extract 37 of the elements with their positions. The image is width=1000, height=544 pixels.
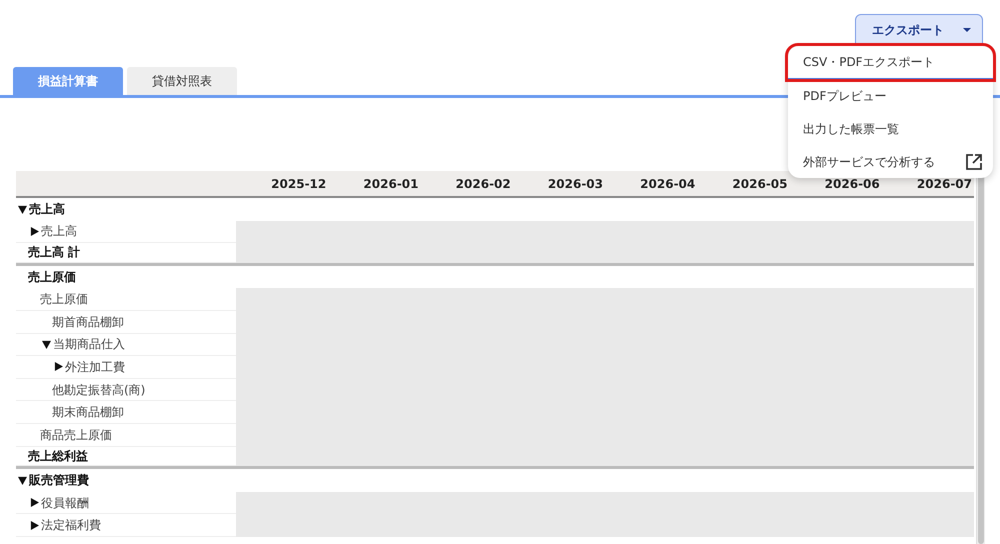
column-header: 2026-03 bbox=[546, 176, 604, 192]
row-label: 当期商品仕入 bbox=[53, 336, 125, 354]
column-header: 2026-01 bbox=[362, 176, 420, 192]
row-label: 外注加工費 bbox=[65, 358, 125, 376]
row-label: 他勘定振替高(商) bbox=[52, 382, 146, 399]
caret-right-icon[interactable] bbox=[30, 520, 39, 530]
caret-right-icon[interactable] bbox=[30, 498, 39, 508]
row-label: 商品売上原価 bbox=[40, 426, 112, 444]
row-label: 役員報酬 bbox=[41, 494, 89, 512]
column-header: 2025-12 bbox=[270, 176, 328, 192]
row-label: 売上原価 bbox=[28, 269, 76, 286]
row-label: 期末商品棚卸 bbox=[52, 404, 124, 422]
menu-item[interactable]: 出力した帳票一覧 bbox=[788, 112, 993, 145]
caret-icon bbox=[962, 26, 972, 32]
column-header: 2026-07 bbox=[916, 176, 973, 192]
caret-right-icon[interactable] bbox=[30, 226, 39, 236]
menu-item[interactable]: CSV・PDFエクスポート bbox=[788, 46, 993, 79]
row-label: 売上原価 bbox=[40, 291, 88, 308]
export-button[interactable]: エクスポート bbox=[855, 14, 983, 45]
row-label: 販売管理費 bbox=[29, 472, 89, 490]
caret-down-icon[interactable] bbox=[18, 204, 27, 214]
row-label: 売上総利益 bbox=[28, 448, 88, 465]
menu-item[interactable]: PDFプレビュー bbox=[788, 79, 993, 112]
tab[interactable]: 貸借対照表 bbox=[127, 67, 237, 95]
caret-right-icon[interactable] bbox=[54, 362, 63, 372]
caret-down-icon[interactable] bbox=[42, 340, 51, 349]
row-label: 売上高 bbox=[41, 223, 77, 240]
column-header: 2026-05 bbox=[731, 176, 788, 192]
column-header: 2026-02 bbox=[454, 176, 512, 192]
row-label: 売上高 計 bbox=[28, 244, 80, 262]
row-label: 期首商品棚卸 bbox=[52, 314, 124, 331]
row-label: 売上高 bbox=[29, 201, 65, 218]
row-label: 法定福利費 bbox=[41, 517, 101, 534]
column-header: 2026-04 bbox=[639, 176, 696, 192]
column-header: 2026-06 bbox=[824, 176, 881, 192]
menu-item[interactable]: 外部サービスで分析する bbox=[788, 145, 993, 178]
caret-down-icon[interactable] bbox=[18, 476, 27, 485]
